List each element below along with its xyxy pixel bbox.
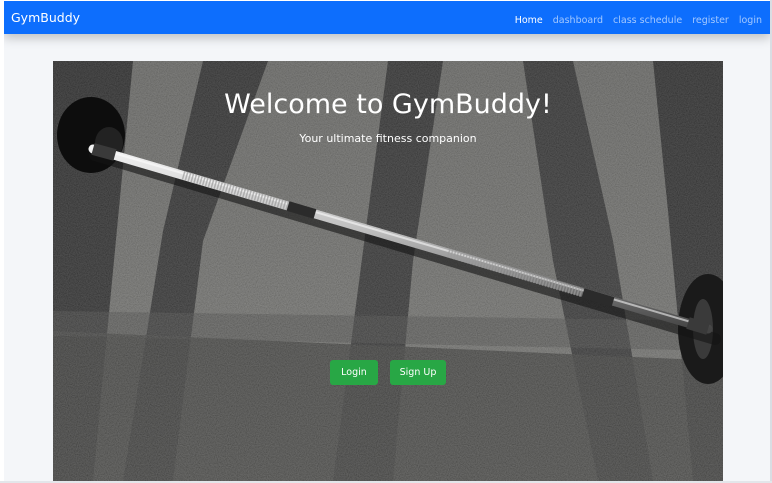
nav-item-class-schedule: class schedule: [613, 8, 682, 27]
nav-link-class-schedule[interactable]: class schedule: [613, 15, 682, 26]
login-button[interactable]: Login: [330, 360, 378, 385]
nav-item-register: register: [692, 8, 729, 27]
nav-link-dashboard[interactable]: dashboard: [553, 15, 603, 26]
brand-link[interactable]: GymBuddy: [11, 1, 80, 34]
nav-link-home[interactable]: Home: [515, 15, 543, 26]
nav-links: Home dashboard class schedule register l…: [515, 1, 762, 34]
hero-subtitle: Your ultimate fitness companion: [299, 132, 477, 145]
nav-link-register[interactable]: register: [692, 15, 729, 26]
hero-background-image: [53, 61, 723, 481]
browser-viewport: GymBuddy Home dashboard class schedule r…: [4, 1, 770, 481]
sign-up-button[interactable]: Sign Up: [390, 360, 446, 385]
nav-item-dashboard: dashboard: [553, 8, 603, 27]
top-navbar: GymBuddy Home dashboard class schedule r…: [4, 1, 770, 34]
nav-item-login: login: [739, 8, 762, 27]
nav-link-login[interactable]: login: [739, 15, 762, 26]
nav-item-home: Home: [515, 8, 543, 27]
hero-title: Welcome to GymBuddy!: [224, 89, 552, 120]
page: GymBuddy Home dashboard class schedule r…: [0, 0, 772, 483]
hero-section: Welcome to GymBuddy! Your ultimate fitne…: [53, 61, 723, 481]
